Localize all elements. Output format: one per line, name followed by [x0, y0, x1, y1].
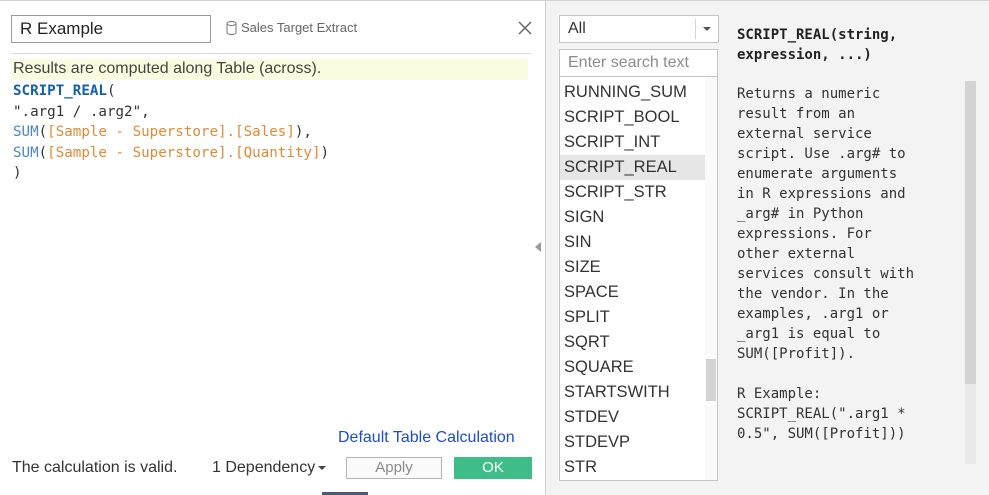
chevron-down-icon — [318, 466, 327, 470]
code-punctuation: ) — [13, 165, 22, 182]
dependency-label: 1 Dependency — [212, 459, 316, 476]
collapse-left-icon[interactable] — [535, 242, 541, 252]
code-punctuation: ( — [106, 83, 116, 99]
function-list[interactable]: RUNNING_SUM SCRIPT_BOOL SCRIPT_INT SCRIP… — [559, 77, 718, 481]
code-punctuation: ( — [38, 144, 48, 161]
function-item[interactable]: SIN — [560, 230, 706, 255]
function-item[interactable]: SIZE — [560, 255, 706, 280]
divider — [11, 53, 531, 54]
database-icon — [226, 20, 237, 35]
code-line: ".arg1 / .arg2", — [13, 102, 528, 123]
code-punctuation: ) — [320, 144, 330, 161]
function-item[interactable]: SQUARE — [560, 355, 706, 380]
code-punctuation: ( — [38, 124, 48, 141]
help-scrollbar[interactable] — [965, 81, 976, 464]
function-item[interactable]: RUNNING_SUM — [560, 80, 706, 105]
function-item[interactable]: SCRIPT_INT — [560, 130, 706, 155]
function-item[interactable]: SPACE — [560, 280, 706, 305]
aggregate-keyword: SUM — [13, 144, 39, 161]
chevron-down-icon — [703, 27, 711, 31]
function-reference-panel: All RUNNING_SUM SCRIPT_BOOL SCRIPT_INT S… — [546, 0, 989, 495]
calculation-editor: Sales Target Extract Results are compute… — [0, 0, 545, 495]
data-source-label: Sales Target Extract — [226, 20, 357, 35]
code-line: SUM([Sample - Superstore].[Quantity]) — [13, 143, 528, 164]
formula-editor[interactable]: SCRIPT_REAL(".arg1 / .arg2", SUM([Sample … — [13, 81, 528, 184]
close-icon — [518, 21, 532, 35]
results-note: Results are computed along Table (across… — [11, 59, 528, 80]
function-item[interactable]: SPLIT — [560, 305, 706, 330]
ok-button[interactable]: OK — [454, 457, 532, 479]
data-source-name: Sales Target Extract — [241, 20, 358, 35]
function-item[interactable]: STR — [560, 455, 706, 480]
default-table-calculation-link[interactable]: Default Table Calculation — [338, 429, 515, 447]
function-item[interactable]: STARTSWITH — [560, 380, 706, 405]
aggregate-keyword: SUM — [13, 124, 39, 141]
calculation-name-input[interactable] — [11, 15, 211, 43]
function-item[interactable]: SQRT — [560, 330, 706, 355]
code-line: ) — [13, 163, 528, 184]
code-punctuation: ), — [294, 124, 312, 141]
function-category-select[interactable]: All — [559, 15, 719, 43]
function-item[interactable]: STDEV — [560, 405, 706, 430]
function-help: SCRIPT_REAL(string, expression, ...) Ret… — [737, 25, 973, 442]
field-reference: [Sample - Superstore].[Quantity] — [47, 144, 321, 161]
function-description: Returns a numeric result from an externa… — [737, 86, 915, 442]
divider — [695, 19, 696, 39]
function-item-selected[interactable]: SCRIPT_REAL — [560, 155, 706, 180]
apply-button[interactable]: Apply — [346, 457, 442, 479]
dependency-dropdown[interactable]: 1 Dependency — [212, 459, 327, 477]
function-keyword: SCRIPT_REAL — [13, 83, 107, 99]
function-search-input[interactable] — [559, 49, 718, 77]
code-string: ".arg1 / .arg2", — [13, 103, 150, 120]
validation-status: The calculation is valid. — [12, 459, 178, 476]
function-item[interactable]: SIGN — [560, 205, 706, 230]
function-list-scrollbar[interactable] — [705, 77, 717, 480]
code-line: SCRIPT_REAL( — [13, 81, 528, 102]
category-value: All — [568, 20, 586, 37]
close-button[interactable] — [514, 17, 536, 39]
function-signature: SCRIPT_REAL(string, expression, ...) — [737, 27, 898, 63]
function-item[interactable]: STDEVP — [560, 430, 706, 455]
field-reference: [Sample - Superstore].[Sales] — [47, 124, 295, 141]
function-item[interactable]: SCRIPT_BOOL — [560, 105, 706, 130]
function-item[interactable]: SCRIPT_STR — [560, 180, 706, 205]
scrollbar-thumb[interactable] — [965, 81, 976, 384]
code-line: SUM([Sample - Superstore].[Sales]), — [13, 122, 528, 143]
scrollbar-thumb[interactable] — [706, 359, 716, 401]
